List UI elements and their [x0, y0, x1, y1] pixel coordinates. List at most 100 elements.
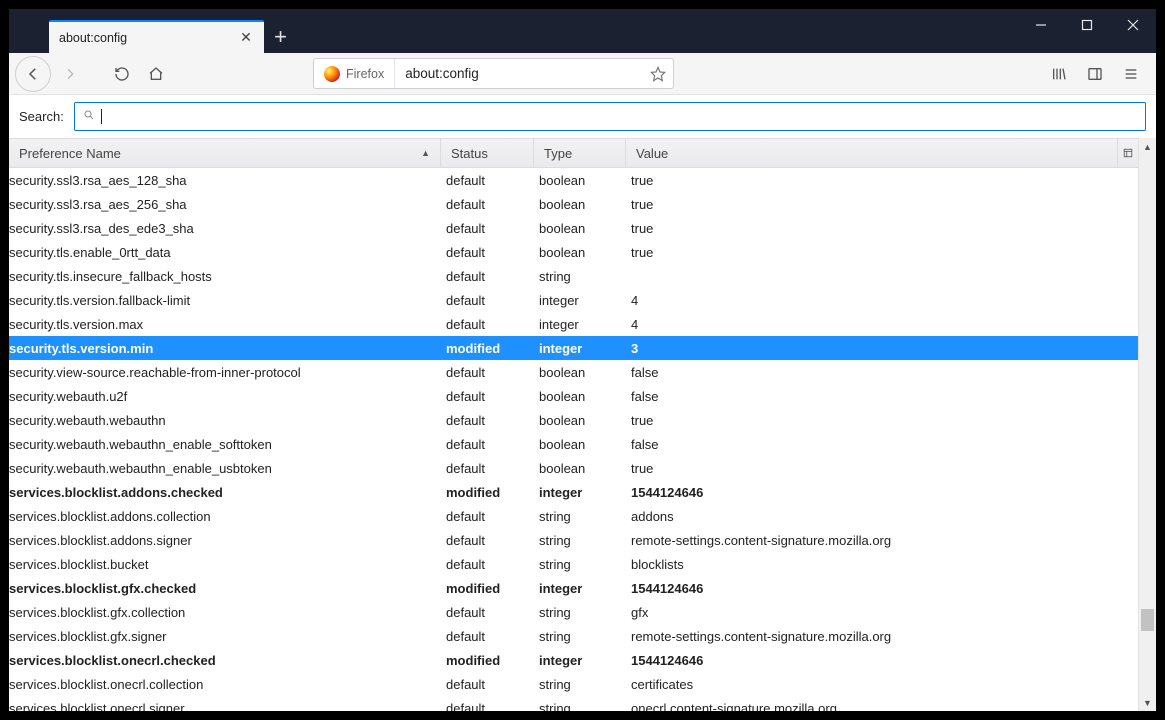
pref-status: default	[446, 317, 539, 332]
pref-name: security.ssl3.rsa_aes_256_sha	[9, 197, 446, 212]
pref-row[interactable]: services.blocklist.gfx.collectiondefault…	[9, 600, 1138, 624]
pref-value: false	[631, 365, 1138, 380]
scroll-up-icon[interactable]: ▲	[1139, 138, 1156, 155]
pref-row[interactable]: security.tls.enable_0rtt_datadefaultbool…	[9, 240, 1138, 264]
column-value[interactable]: Value	[626, 139, 1117, 167]
search-label: Search:	[19, 109, 64, 124]
pref-value: remote-settings.content-signature.mozill…	[631, 629, 1138, 644]
pref-type: string	[539, 533, 631, 548]
firefox-window: about:config ✕ +	[9, 9, 1156, 711]
pref-value: 1544124646	[631, 485, 1138, 500]
tab-aboutconfig[interactable]: about:config ✕	[49, 20, 264, 53]
pref-status: modified	[446, 485, 539, 500]
pref-row[interactable]: services.blocklist.onecrl.checkedmodifie…	[9, 648, 1138, 672]
scroll-thumb[interactable]	[1141, 609, 1154, 631]
pref-row[interactable]: services.blocklist.addons.signerdefaults…	[9, 528, 1138, 552]
pref-status: default	[446, 605, 539, 620]
pref-row[interactable]: services.blocklist.gfx.signerdefaultstri…	[9, 624, 1138, 648]
home-button[interactable]	[141, 59, 171, 89]
pref-status: default	[446, 365, 539, 380]
pref-row[interactable]: security.webauth.u2fdefaultbooleanfalse	[9, 384, 1138, 408]
pref-status: modified	[446, 653, 539, 668]
tab-title: about:config	[59, 31, 238, 45]
pref-row[interactable]: security.tls.version.maxdefaultinteger4	[9, 312, 1138, 336]
app-menu-button[interactable]	[1116, 59, 1146, 89]
pref-row[interactable]: security.ssl3.rsa_aes_128_shadefaultbool…	[9, 168, 1138, 192]
pref-value: true	[631, 413, 1138, 428]
minimize-button[interactable]	[1018, 9, 1064, 41]
pref-row[interactable]: security.tls.version.fallback-limitdefau…	[9, 288, 1138, 312]
pref-row[interactable]: security.webauth.webauthn_enable_usbtoke…	[9, 456, 1138, 480]
column-picker-icon[interactable]	[1117, 139, 1138, 167]
pref-status: default	[446, 509, 539, 524]
pref-row[interactable]: security.view-source.reachable-from-inne…	[9, 360, 1138, 384]
pref-row[interactable]: services.blocklist.addons.checkedmodifie…	[9, 480, 1138, 504]
pref-row[interactable]: services.blocklist.gfx.checkedmodifiedin…	[9, 576, 1138, 600]
pref-name: services.blocklist.gfx.collection	[9, 605, 446, 620]
pref-type: boolean	[539, 389, 631, 404]
pref-row[interactable]: security.tls.version.minmodifiedinteger3	[9, 336, 1138, 360]
new-tab-button[interactable]: +	[264, 20, 297, 53]
pref-row[interactable]: services.blocklist.bucketdefaultstringbl…	[9, 552, 1138, 576]
column-status[interactable]: Status	[441, 139, 534, 167]
firefox-icon	[324, 66, 340, 82]
pref-name: services.blocklist.onecrl.signer	[9, 701, 446, 712]
forward-button[interactable]	[55, 59, 85, 89]
bookmark-star-icon[interactable]	[643, 59, 673, 88]
pref-row[interactable]: services.blocklist.addons.collectiondefa…	[9, 504, 1138, 528]
pref-type: integer	[539, 293, 631, 308]
library-button[interactable]	[1044, 59, 1074, 89]
identity-label: Firefox	[346, 67, 384, 81]
pref-name: services.blocklist.gfx.checked	[9, 581, 446, 596]
close-tab-icon[interactable]: ✕	[238, 30, 254, 46]
pref-value: true	[631, 461, 1138, 476]
maximize-button[interactable]	[1064, 9, 1110, 41]
pref-value: 1544124646	[631, 653, 1138, 668]
vertical-scrollbar[interactable]: ▲ ▼	[1138, 138, 1156, 711]
pref-name: security.webauth.u2f	[9, 389, 446, 404]
pref-name: services.blocklist.onecrl.collection	[9, 677, 446, 692]
back-button[interactable]	[15, 56, 51, 92]
pref-value: true	[631, 173, 1138, 188]
pref-type: string	[539, 269, 631, 284]
pref-status: default	[446, 437, 539, 452]
search-icon	[83, 109, 95, 124]
pref-value: blocklists	[631, 557, 1138, 572]
pref-name: services.blocklist.addons.collection	[9, 509, 446, 524]
window-controls	[1018, 9, 1156, 53]
column-type[interactable]: Type	[534, 139, 626, 167]
pref-row[interactable]: security.webauth.webauthn_enable_softtok…	[9, 432, 1138, 456]
pref-value: true	[631, 197, 1138, 212]
search-box[interactable]	[74, 102, 1146, 131]
pref-status: default	[446, 269, 539, 284]
pref-row[interactable]: security.ssl3.rsa_des_ede3_shadefaultboo…	[9, 216, 1138, 240]
url-input[interactable]	[395, 59, 642, 88]
pref-row[interactable]: security.webauth.webauthndefaultbooleant…	[9, 408, 1138, 432]
column-preference-name[interactable]: Preference Name ▲	[9, 139, 441, 167]
pref-type: boolean	[539, 173, 631, 188]
pref-value: 4	[631, 317, 1138, 332]
sidebar-button[interactable]	[1080, 59, 1110, 89]
pref-value: 4	[631, 293, 1138, 308]
pref-row[interactable]: services.blocklist.onecrl.signerdefaults…	[9, 696, 1138, 711]
pref-row[interactable]: security.tls.insecure_fallback_hostsdefa…	[9, 264, 1138, 288]
reload-button[interactable]	[107, 59, 137, 89]
pref-row[interactable]: security.ssl3.rsa_aes_256_shadefaultbool…	[9, 192, 1138, 216]
identity-box[interactable]: Firefox	[314, 59, 395, 88]
pref-name: security.webauth.webauthn_enable_softtok…	[9, 437, 446, 452]
pref-name: security.tls.version.min	[9, 341, 446, 356]
pref-type: string	[539, 509, 631, 524]
scroll-down-icon[interactable]: ▼	[1139, 694, 1156, 711]
pref-type: integer	[539, 653, 631, 668]
scroll-track[interactable]	[1139, 155, 1156, 694]
close-window-button[interactable]	[1110, 9, 1156, 41]
pref-type: integer	[539, 317, 631, 332]
pref-row[interactable]: services.blocklist.onecrl.collectiondefa…	[9, 672, 1138, 696]
url-bar[interactable]: Firefox	[313, 58, 674, 89]
pref-type: boolean	[539, 413, 631, 428]
pref-name: security.webauth.webauthn_enable_usbtoke…	[9, 461, 446, 476]
pref-type: boolean	[539, 221, 631, 236]
pref-status: default	[446, 293, 539, 308]
pref-type: string	[539, 677, 631, 692]
search-row: Search:	[9, 95, 1156, 138]
